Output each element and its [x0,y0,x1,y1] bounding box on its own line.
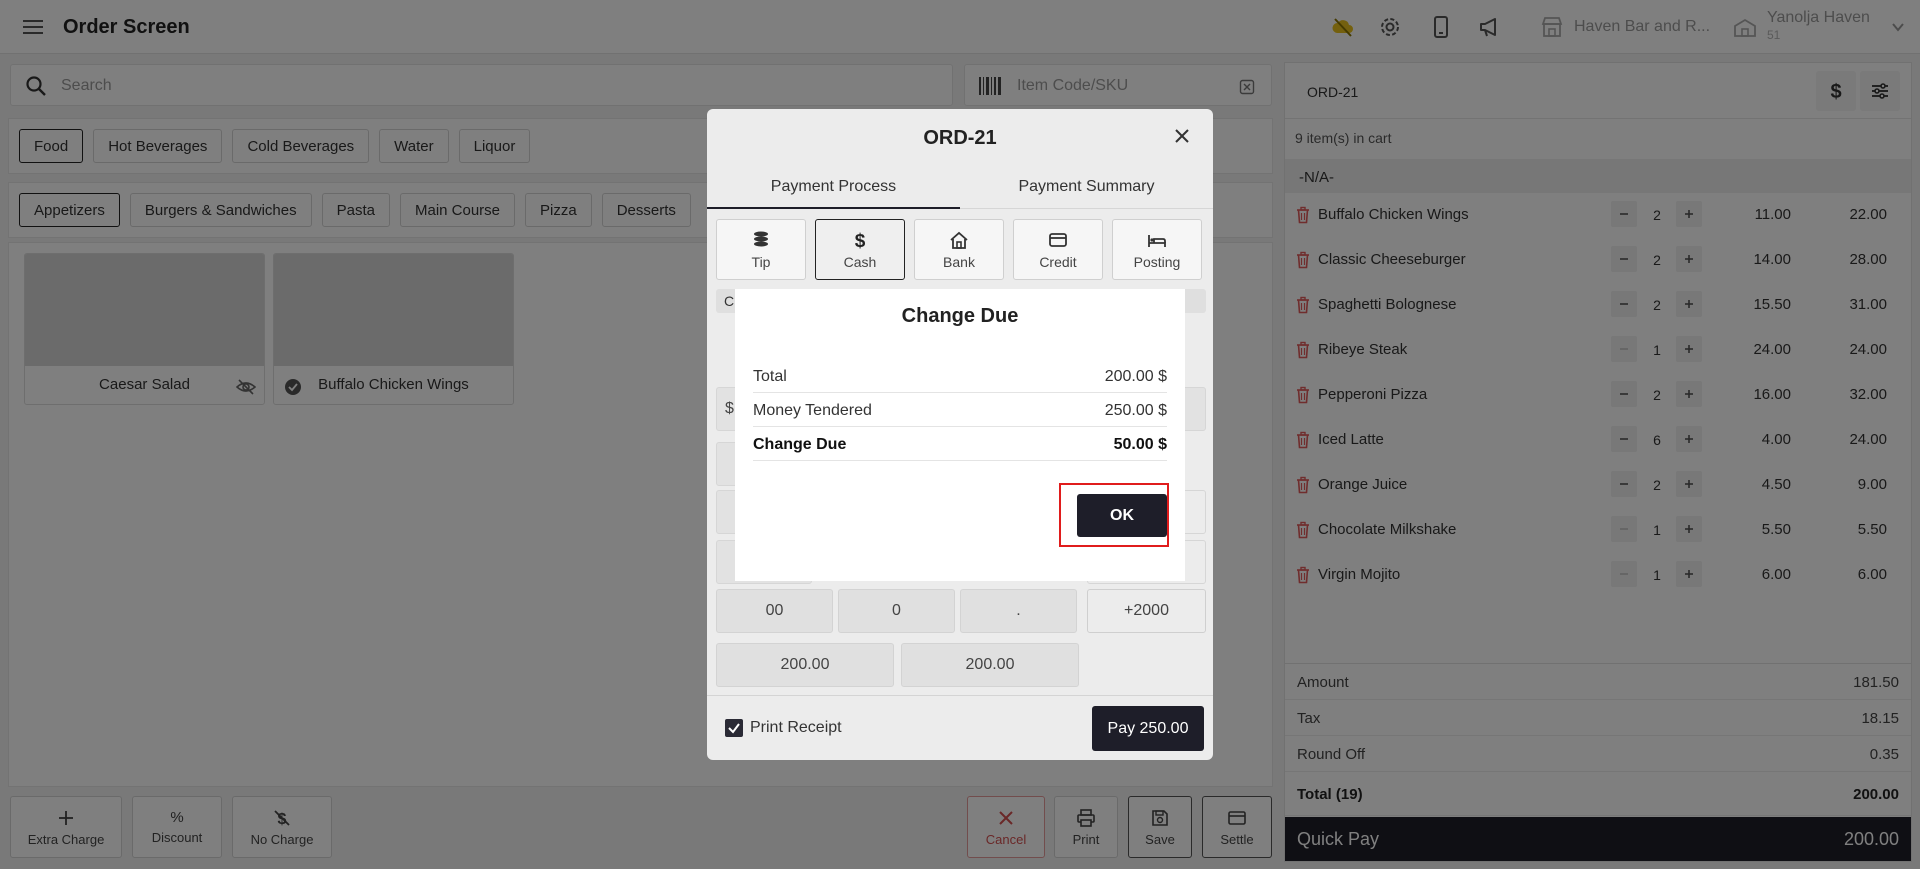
change-due-amount-row: Change Due 50.00 $ [753,427,1167,461]
change-due-dialog: Change Due Total 200.00 $ Money Tendered… [735,289,1185,581]
change-due-total-label: Total [753,368,787,385]
keypad-plus-2000[interactable]: +2000 [1087,589,1206,633]
quick-amount-button[interactable]: 200.00 [716,643,894,687]
keypad-00[interactable]: 00 [716,589,833,633]
method-cash[interactable]: $ Cash [815,219,905,280]
change-due-total-value: 200.00 $ [1104,368,1167,385]
card-icon [1049,232,1067,247]
change-due-title: Change Due [901,305,1019,327]
method-tip[interactable]: Tip [716,219,806,280]
quick-amount-button[interactable]: 200.00 [901,643,1079,687]
method-tip-label: Tip [751,253,771,270]
change-due-total-row: Total 200.00 $ [753,359,1167,393]
amount-currency: $ [725,400,734,417]
change-due-amount-value: 50.00 $ [1113,436,1167,453]
keypad-dot[interactable]: . [960,589,1077,633]
method-posting[interactable]: Posting [1112,219,1202,280]
bed-icon [1148,234,1166,247]
change-due-tendered-row: Money Tendered 250.00 $ [753,393,1167,427]
payment-tabs: Payment Process Payment Summary [707,165,1213,209]
method-bank[interactable]: Bank [914,219,1004,280]
change-due-tendered-value: 250.00 $ [1104,402,1167,419]
method-credit-label: Credit [1039,253,1077,270]
svg-text:$: $ [855,231,866,250]
ok-button[interactable]: OK [1077,494,1167,537]
method-bank-label: Bank [943,253,975,270]
method-credit[interactable]: Credit [1013,219,1103,280]
coins-icon [754,231,768,246]
close-icon[interactable] [1171,125,1193,147]
payment-modal-title: ORD-21 [923,127,997,149]
change-due-tendered-label: Money Tendered [753,402,872,419]
home-icon [950,231,968,249]
payment-footer: Print Receipt Pay 250.00 [707,695,1213,760]
tab-payment-process[interactable]: Payment Process [707,165,960,209]
tab-payment-summary[interactable]: Payment Summary [960,165,1213,209]
payment-info-text: C [724,293,735,309]
pay-button[interactable]: Pay 250.00 [1092,706,1204,751]
method-cash-label: Cash [843,253,877,270]
dollar-icon: $ [855,231,866,250]
keypad-0[interactable]: 0 [838,589,955,633]
print-receipt-checkbox[interactable] [725,719,743,737]
check-icon [728,723,740,734]
method-posting-label: Posting [1133,253,1181,270]
payment-methods: Tip $ Cash Bank Credit Posting [716,219,1206,281]
print-receipt-label: Print Receipt [750,719,842,736]
change-due-amount-label: Change Due [753,436,847,453]
